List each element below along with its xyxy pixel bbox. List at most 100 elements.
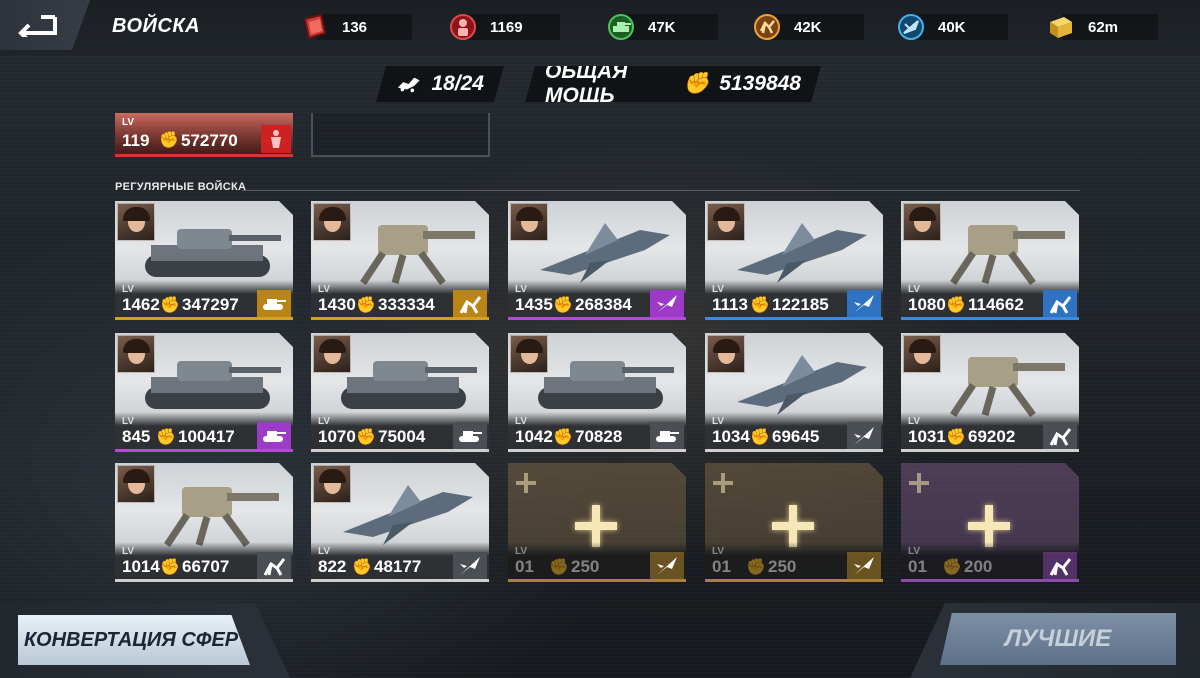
resource-red-soldier[interactable]: 1169 [448,10,560,44]
unit-slot-empty[interactable]: LV 01 ✊ 200 [901,463,1079,582]
tank-type-icon [257,422,291,450]
resource-red-cube[interactable]: 136 [300,10,412,44]
soldier-emblem-icon [448,12,478,42]
unit-vehicle-image [530,347,675,417]
commander-portrait [903,203,941,241]
fist-icon: ✊ [746,559,766,576]
fist-icon: ✊ [750,297,770,314]
resource-value: 42K [794,18,822,36]
unit-card[interactable]: LV 1113 ✊ 122185 [705,201,883,320]
unit-card[interactable]: LV 1031 ✊ 69202 [901,333,1079,452]
level-label: LV [122,284,135,295]
unit-vehicle-image [333,347,478,417]
commander-portrait [117,335,155,373]
resource-blue-jet[interactable]: 40K [896,10,1008,44]
unit-card[interactable]: LV 1034 ✊ 69645 [705,333,883,452]
commander-portrait [510,203,548,241]
mech-type-icon [1043,552,1077,580]
jet-type-icon [847,552,881,580]
unit-level: 119 [122,131,150,150]
unit-power: 250 [571,557,600,576]
fist-icon: ✊ [942,559,962,576]
plus-small-icon [713,473,733,493]
unit-card-special[interactable]: LV 119 ✊ 572770 [115,113,293,157]
unit-card[interactable]: LV 845 ✊ 100417 [115,333,293,452]
unit-level: 1070 [318,427,356,446]
commander-portrait [707,335,745,373]
unit-slot-empty[interactable]: LV 01 ✊ 250 [508,463,686,582]
unit-power: 70828 [575,427,623,446]
unit-card[interactable]: LV 822 ✊ 48177 [311,463,489,582]
level-label: LV [122,416,135,427]
best-label: ЛУЧШИЕ [1004,625,1112,652]
level-label: LV [515,416,528,427]
unit-power: 75004 [378,427,426,446]
unit-level: 1430 [318,295,356,314]
tank-type-icon [453,422,487,450]
commander-portrait [510,335,548,373]
unit-power: 250 [768,557,797,576]
unit-level: 1031 [908,427,946,446]
orange-mech-icon [752,12,782,42]
mech-type-icon [1043,422,1077,450]
total-power-value: 5139848 [719,72,801,95]
unit-card[interactable]: LV 1462 ✊ 347297 [115,201,293,320]
unit-level: 1435 [515,295,553,314]
jet-type-icon [847,422,881,450]
unit-level: 1042 [515,427,553,446]
unit-slot-empty[interactable]: LV 01 ✊ 250 [705,463,883,582]
level-label: LV [122,117,135,128]
unit-vehicle-image [923,215,1068,285]
unit-card[interactable]: LV 1430 ✊ 333334 [311,201,489,320]
unit-level: 01 [908,557,927,576]
back-button[interactable] [0,0,90,50]
level-label: LV [318,284,331,295]
unit-card[interactable]: LV 1042 ✊ 70828 [508,333,686,452]
fist-icon: ✊ [750,429,770,446]
resource-value: 62m [1088,18,1119,36]
resource-orange-mech[interactable]: 42K [752,10,864,44]
jet-type-icon [650,290,684,318]
fist-icon: ✊ [683,72,710,95]
fist-icon: ✊ [549,559,569,576]
top-bar: ВОЙСКА 136 1169 47K 42K 40K 62m [0,0,1200,56]
level-label: LV [122,546,135,557]
fist-icon: ✊ [946,297,966,314]
unit-power: 268384 [575,295,632,314]
jet-type-icon [650,552,684,580]
unit-card[interactable]: LV 1435 ✊ 268384 [508,201,686,320]
resource-green-tank[interactable]: 47K [606,10,718,44]
unit-power: 66707 [182,557,230,576]
unit-vehicle-image [137,347,282,417]
unit-card[interactable]: LV 1070 ✊ 75004 [311,333,489,452]
unit-level: 01 [712,557,731,576]
fist-icon: ✊ [553,429,573,446]
resource-gold-box[interactable]: 62m [1046,10,1158,44]
unit-card[interactable]: LV 1014 ✊ 66707 [115,463,293,582]
section-divider [242,190,1080,191]
unit-power: 69202 [968,427,1016,446]
commander-portrait [313,203,351,241]
unit-level: 845 [122,427,151,446]
unit-power: 347297 [182,295,239,314]
add-unit-plus-icon [772,505,814,547]
unit-card[interactable]: LV 1080 ✊ 114662 [901,201,1079,320]
total-power-label: ОБЩАЯ МОЩЬ [545,60,628,107]
unit-power: 100417 [178,427,235,446]
level-label: LV [318,546,331,557]
resource-value: 136 [342,18,368,36]
blue-jet-icon [896,12,926,42]
unit-level: 1080 [908,295,946,314]
resource-value: 40K [938,18,966,36]
level-label: LV [515,284,528,295]
best-button[interactable]: ЛУЧШИЕ [940,613,1176,665]
convert-spheres-button[interactable]: КОНВЕРТАЦИЯ СФЕР [18,615,250,665]
fist-icon: ✊ [946,429,966,446]
unit-vehicle-image [727,215,872,285]
unit-vehicle-image [333,477,478,547]
infantry-type-icon [261,125,291,153]
jet-type-icon [847,290,881,318]
fist-icon: ✊ [160,297,180,314]
unit-power: 48177 [374,557,422,576]
fist-icon: ✊ [356,429,376,446]
